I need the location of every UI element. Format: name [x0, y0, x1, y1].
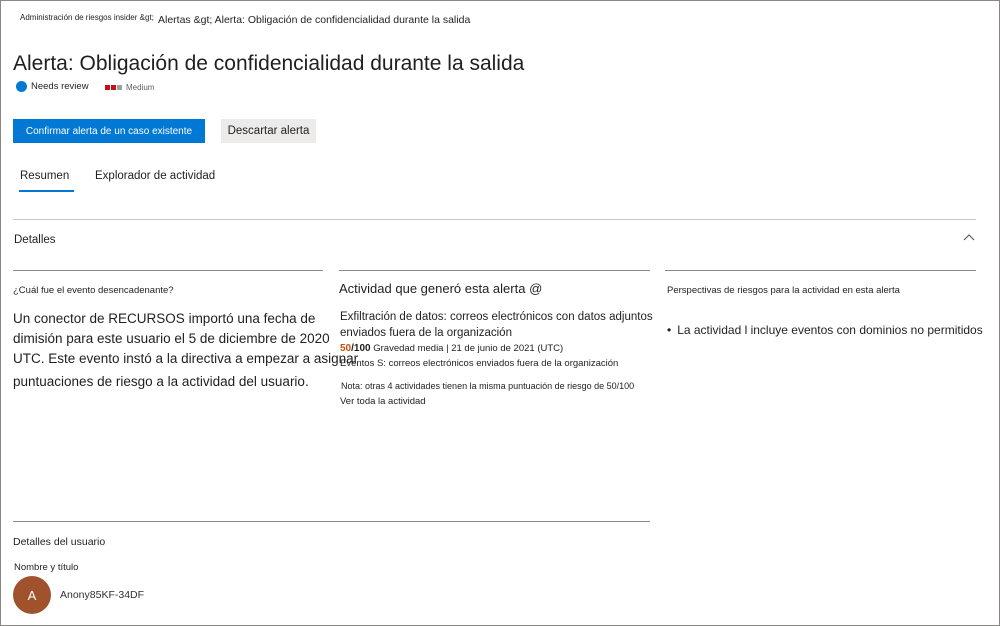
details-section-label: Detalles [14, 234, 56, 246]
bullet-icon: • [667, 323, 672, 337]
view-all-activity-link[interactable]: Ver toda la actividad [340, 396, 426, 407]
column-divider [13, 270, 323, 271]
activity-heading: Actividad que generó esta alerta @ [339, 281, 543, 296]
tab-summary[interactable]: Resumen [20, 170, 69, 182]
status-badge: Needs review [16, 81, 89, 92]
severity-badge: Medium [105, 83, 154, 92]
status-dot-icon [16, 81, 27, 92]
trigger-text-line3: UTC. Este evento instó a la directiva a … [13, 351, 359, 366]
activity-note: Nota: otras 4 actividades tienen la mism… [341, 381, 635, 391]
trigger-text-line4: puntuaciones de riesgo a la actividad de… [13, 374, 309, 389]
insight-text: La actividad l incluye eventos con domin… [677, 323, 983, 337]
activity-events: Eventos S: correos electrónicos enviados… [340, 358, 619, 369]
user-divider [13, 521, 650, 522]
insights-heading: Perspectivas de riesgos para la activida… [667, 285, 900, 296]
name-title-label: Nombre y título [14, 562, 79, 573]
activity-score-line: 50/100 Gravedad media | 21 de junio de 2… [340, 343, 563, 354]
status-label: Needs review [31, 81, 89, 92]
breadcrumb-rest[interactable]: Alertas &gt; Alerta: Obligación de confi… [158, 14, 470, 26]
user-details-label: Detalles del usuario [13, 536, 106, 548]
risk-score-max: /100 [351, 343, 371, 354]
avatar: A [13, 576, 51, 614]
breadcrumb-root[interactable]: Administración de riesgos insider &gt; [20, 13, 154, 22]
activity-title-line1: Exfiltración de datos: correos electróni… [340, 311, 653, 323]
severity-bars-icon [105, 85, 122, 90]
tab-active-indicator [19, 190, 74, 192]
column-divider [339, 270, 650, 271]
activity-title-line2: enviados fuera de la organización [340, 327, 512, 339]
dismiss-alert-button[interactable]: Descartar alerta [221, 119, 316, 143]
column-divider [665, 270, 976, 271]
activity-meta: Gravedad media | 21 de junio de 2021 (UT… [373, 343, 564, 354]
trigger-text-line2: dimisión para este usuario el 5 de dicie… [13, 331, 330, 346]
confirm-alert-button[interactable]: Confirmar alerta de un caso existente [13, 119, 205, 143]
tab-activity-explorer[interactable]: Explorador de actividad [95, 170, 215, 182]
chevron-up-icon[interactable] [963, 232, 975, 242]
user-name[interactable]: Anony85KF-34DF [60, 589, 144, 601]
trigger-text-line1: Un conector de RECURSOS importó una fech… [13, 311, 316, 326]
severity-label: Medium [126, 83, 155, 92]
insight-item: • La actividad l incluye eventos con domi… [667, 323, 983, 337]
trigger-question: ¿Cuál fue el evento desencadenante? [13, 285, 174, 296]
risk-score: 50 [340, 343, 352, 354]
page-title: Alerta: Obligación de confidencialidad d… [13, 52, 525, 75]
divider [13, 219, 976, 220]
